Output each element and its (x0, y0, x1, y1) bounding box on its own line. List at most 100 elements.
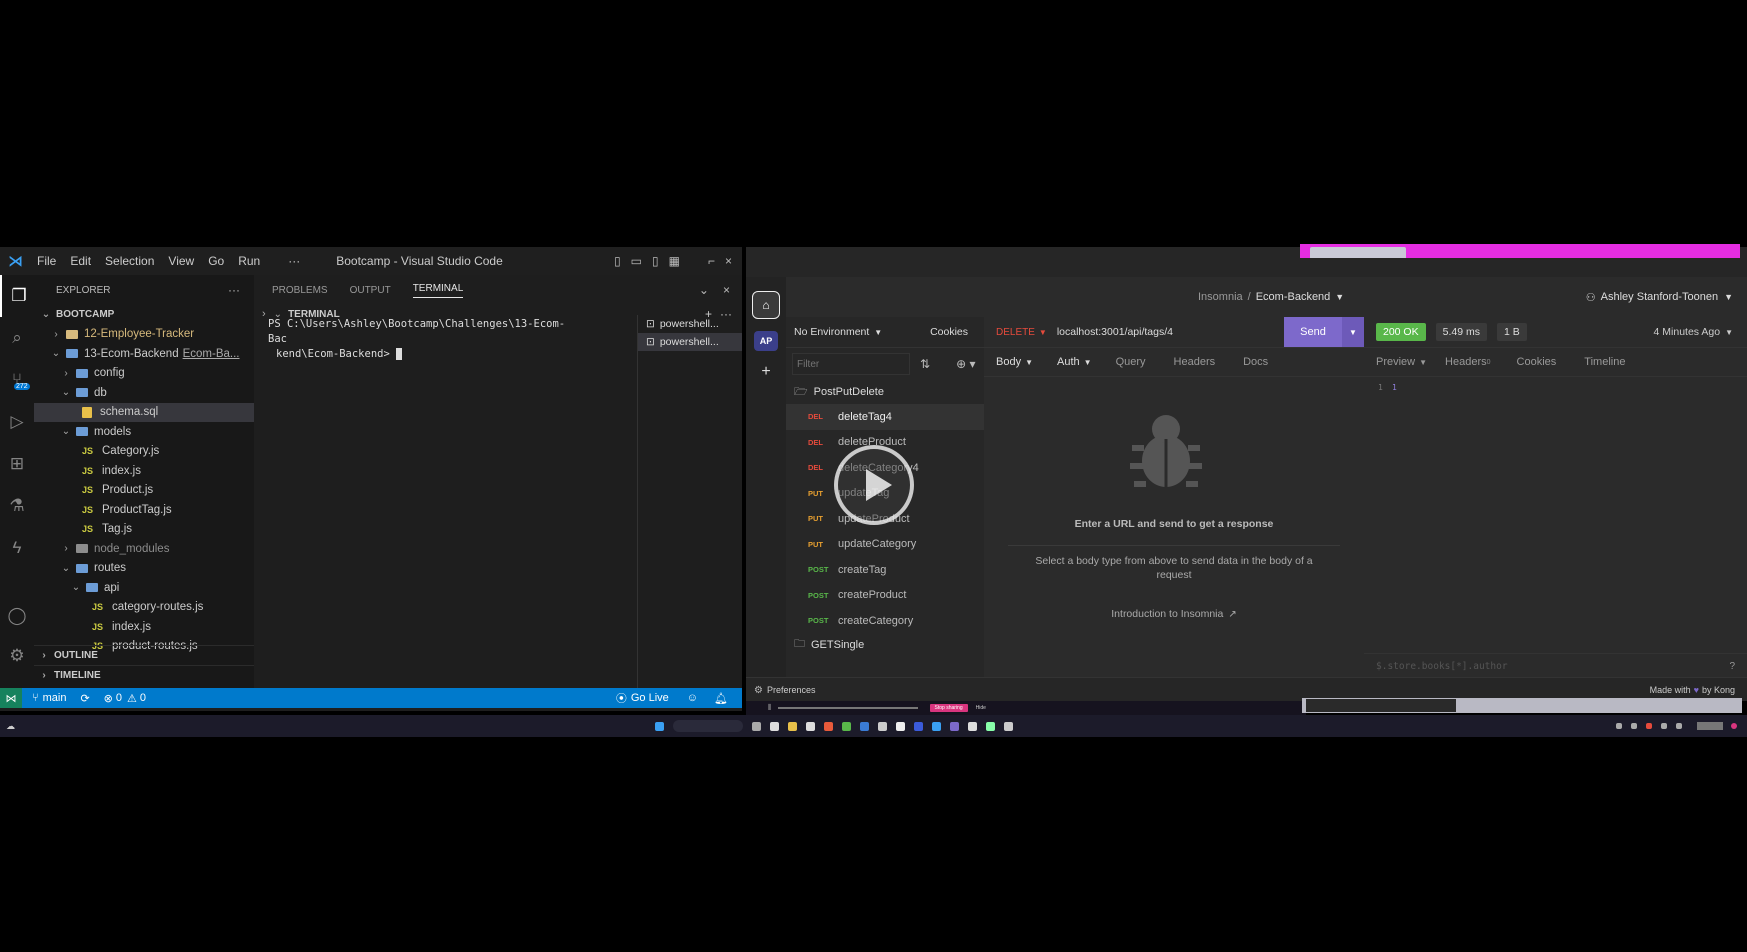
start-icon[interactable] (655, 721, 664, 731)
intro-link[interactable]: Introduction to Insomnia (1111, 608, 1223, 620)
panel-close-icon[interactable]: × (723, 283, 730, 297)
tree-folder[interactable]: › 12-Employee-Tracker (34, 325, 254, 345)
taskbar-app-icon[interactable] (968, 721, 977, 731)
taskbar-app-icon[interactable] (752, 721, 761, 731)
breadcrumb-root[interactable]: Insomnia (1198, 291, 1243, 303)
sort-icon[interactable]: ⇅ (920, 357, 930, 371)
taskbar-app-icon[interactable] (842, 721, 851, 731)
tree-file[interactable]: JS index.js (34, 461, 254, 481)
resp-tab-cookies[interactable]: Cookies (1517, 356, 1557, 368)
send-button[interactable]: Send (1284, 317, 1342, 347)
resp-tab-headers[interactable]: Headers (1445, 356, 1487, 368)
tree-file[interactable]: JS Tag.js (34, 520, 254, 540)
tray-icon[interactable] (1646, 723, 1652, 729)
taskbar-app-icon[interactable] (770, 721, 779, 731)
terminal-session[interactable]: ⊡ powershell... (638, 333, 742, 351)
testing-icon[interactable]: ⚗ (0, 485, 34, 527)
request-item[interactable]: POST createTag (786, 557, 984, 583)
req-tab-docs[interactable]: Docs (1243, 356, 1268, 368)
taskbar-app-icon[interactable] (860, 721, 869, 731)
feedback-icon[interactable]: ☺ (687, 692, 698, 704)
request-item[interactable]: POST createProduct (786, 583, 984, 609)
tree-file[interactable]: schema.sql (34, 402, 254, 422)
taskbar-app-icon[interactable] (896, 721, 905, 731)
tray-icon[interactable] (1616, 723, 1622, 729)
menu-more[interactable]: ··· (288, 254, 300, 268)
request-item[interactable]: PUT updateCategory (786, 532, 984, 558)
tray-icon[interactable] (1631, 723, 1637, 729)
warning-count[interactable]: 0 (140, 692, 146, 704)
req-tab-auth[interactable]: Auth (1057, 356, 1080, 368)
url-input[interactable]: localhost:3001/api/tags/4 (1057, 326, 1173, 338)
menu-go[interactable]: Go (208, 254, 224, 268)
remote-icon[interactable]: ⋈ (0, 688, 22, 708)
explorer-icon[interactable]: ❐ (0, 275, 36, 317)
taskbar-app-icon[interactable] (878, 721, 887, 731)
panel-maximize-icon[interactable]: ⌄ (699, 283, 709, 297)
extensions-icon[interactable]: ⊞ (0, 443, 34, 485)
panel-tab-problems[interactable]: PROBLEMS (272, 285, 328, 296)
resp-tab-timeline[interactable]: Timeline (1584, 356, 1625, 368)
req-tab-headers[interactable]: Headers (1174, 356, 1216, 368)
req-tab-body[interactable]: Body (996, 356, 1021, 368)
tree-file[interactable]: JS index.js (34, 617, 254, 637)
project-name[interactable]: Ecom-Backend (1256, 291, 1331, 303)
settings-gear-icon[interactable]: ⚙ (0, 635, 34, 677)
golive-button[interactable]: Go Live (631, 692, 669, 704)
menu-view[interactable]: View (168, 254, 194, 268)
add-request-icon[interactable]: ⊕ ▾ (956, 357, 975, 371)
search-icon[interactable]: ⌕ (0, 317, 34, 359)
branch-name[interactable]: main (43, 692, 67, 704)
taskbar-app-icon[interactable] (1004, 721, 1013, 731)
request-item[interactable]: DEL deleteTag4 (786, 404, 984, 430)
minimize-icon[interactable]: ⌐ (708, 254, 715, 268)
outline-section[interactable]: › OUTLINE (34, 645, 258, 666)
workspace-header[interactable]: ⌄ BOOTCAMP (34, 305, 254, 325)
taskbar-app-icon[interactable] (914, 721, 923, 731)
folder-getsingle[interactable]: 🗀︎ GETSingle (786, 634, 984, 656)
taskbar-app-icon[interactable] (950, 721, 959, 731)
panel-tab-output[interactable]: OUTPUT (350, 285, 391, 296)
tree-folder[interactable]: ⌄ 13-Ecom-Backend Ecom-Ba... (34, 344, 254, 364)
resp-tab-preview[interactable]: Preview (1376, 356, 1415, 368)
home-icon[interactable]: ⌂ (752, 291, 780, 319)
run-debug-icon[interactable]: ▷ (0, 401, 34, 443)
taskbar-app-icon[interactable] (806, 721, 815, 731)
menu-run[interactable]: Run (238, 254, 260, 268)
notification-dot-icon[interactable] (1731, 723, 1737, 729)
folder-postputdelete[interactable]: 🗁︎ PostPutDelete (786, 380, 984, 404)
send-options-icon[interactable]: ▼ (1342, 317, 1364, 347)
tree-folder[interactable]: ⌄ models (34, 422, 254, 442)
response-ago[interactable]: 4 Minutes Ago (1654, 326, 1721, 338)
toggle-sidebar-icon[interactable]: ▯ (614, 254, 621, 268)
tree-file[interactable]: JS category-routes.js (34, 598, 254, 618)
taskbar-search-icon[interactable] (673, 720, 743, 732)
thunder-icon[interactable]: ϟ (0, 527, 34, 569)
req-tab-query[interactable]: Query (1116, 356, 1146, 368)
tree-folder[interactable]: ⌄ db (34, 383, 254, 403)
terminal-session[interactable]: ⊡ powershell... (638, 315, 742, 333)
tree-file[interactable]: JS ProductTag.js (34, 500, 254, 520)
stop-sharing-button[interactable]: Stop sharing (929, 704, 968, 712)
environment-select[interactable]: No Environment (794, 326, 869, 338)
error-count[interactable]: 0 (116, 692, 122, 704)
user-name[interactable]: Ashley Stanford-Toonen (1601, 291, 1718, 303)
menu-edit[interactable]: Edit (70, 254, 91, 268)
panel-tab-terminal[interactable]: TERMINAL (412, 283, 464, 298)
cookies-button[interactable]: Cookies (930, 326, 968, 338)
add-icon[interactable]: + (754, 363, 778, 381)
taskbar-app-icon[interactable] (824, 721, 833, 731)
filter-input[interactable] (792, 353, 910, 375)
help-icon[interactable]: ? (1729, 661, 1735, 672)
source-control-icon[interactable]: ⑂ 272 (0, 359, 34, 401)
timeline-section[interactable]: › TIMELINE (34, 665, 258, 686)
menu-selection[interactable]: Selection (105, 254, 154, 268)
preferences-link[interactable]: Preferences (767, 685, 816, 695)
customize-layout-icon[interactable]: ▦ (669, 254, 680, 268)
close-window-icon[interactable]: × (725, 254, 732, 268)
browser-tab[interactable] (1310, 247, 1406, 258)
terminal-output[interactable]: PS C:\Users\Ashley\Bootcamp\Challenges\1… (268, 317, 568, 362)
clock[interactable] (1697, 722, 1723, 730)
explorer-more-button[interactable]: ··· (228, 283, 240, 297)
project-avatar[interactable]: AP (754, 331, 778, 351)
